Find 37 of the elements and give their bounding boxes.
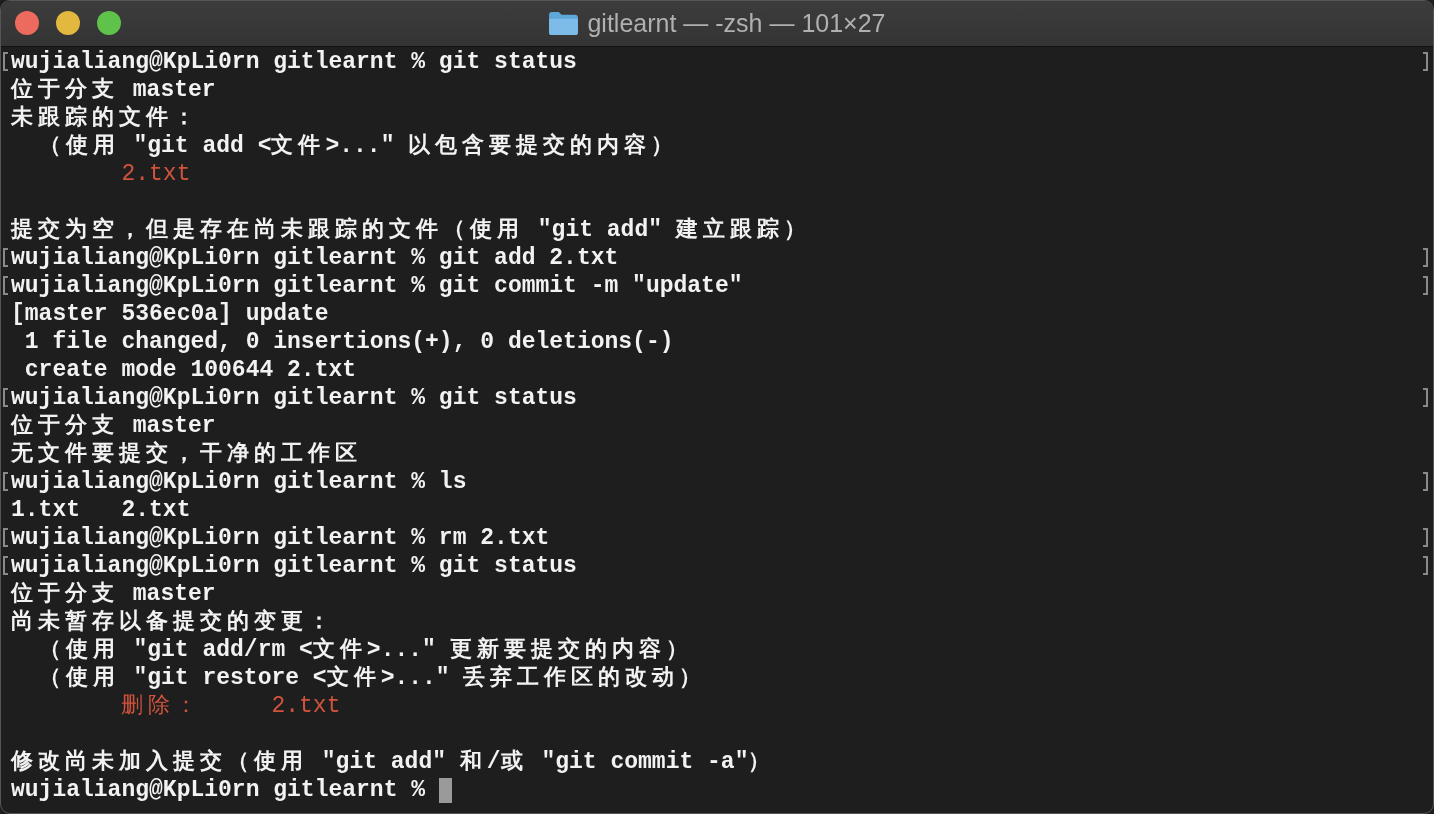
terminal-line: 尚未暂存以备提交的变更： <box>11 608 335 637</box>
terminal-line: （使用 "git add <文件>..." 以包含要提交的内容） <box>37 131 679 161</box>
shell-prompt: wujialiang@KpLi0rn gitlearnt % <box>11 776 426 804</box>
zoom-button[interactable] <box>97 11 121 35</box>
window-title: gitlearnt — -zsh — 101×27 <box>587 9 886 38</box>
terminal-line: 无文件要提交，干净的工作区 <box>11 440 362 469</box>
mark-bracket-icon <box>1423 52 1428 71</box>
terminal-line: 未跟踪的文件： <box>11 104 200 133</box>
terminal-line: create mode 100644 2.txt <box>23 356 357 384</box>
terminal-line: （使用 "git restore <文件>..." 丢弃工作区的改动） <box>37 663 707 693</box>
error-output-line: 删除： 2.txt <box>120 691 341 721</box>
close-button[interactable] <box>15 11 39 35</box>
terminal-line: （使用 "git add/rm <文件>..." 更新要提交的内容） <box>37 635 693 664</box>
mark-bracket-icon <box>1423 276 1428 295</box>
minimize-button[interactable] <box>56 11 80 35</box>
terminal-line: 位于分支 master <box>11 75 216 105</box>
terminal-line: wujialiang@KpLi0rn gitlearnt % git status <box>11 48 577 76</box>
terminal-line: 1.txt 2.txt <box>11 496 191 524</box>
mark-bracket-icon <box>1423 248 1428 267</box>
terminal-line: 位于分支 master <box>11 579 216 609</box>
error-output-line: 2.txt <box>120 160 191 188</box>
terminal-line: 1 file changed, 0 insertions(+), 0 deletions(-) <box>23 328 674 356</box>
mark-bracket-icon <box>1423 388 1428 407</box>
terminal-line: wujialiang@KpLi0rn gitlearnt % git add 2.txt <box>11 244 619 272</box>
terminal-line: wujialiang@KpLi0rn gitlearnt % git status <box>11 552 577 580</box>
folder-icon <box>548 11 580 36</box>
terminal-line: wujialiang@KpLi0rn gitlearnt % git commit -m "update" <box>11 272 743 300</box>
mark-bracket-icon <box>1423 472 1428 491</box>
terminal-line: 提交为空，但是存在尚未跟踪的文件（使用 "git add" 建立跟踪） <box>11 215 811 245</box>
terminal-line: wujialiang@KpLi0rn gitlearnt % ls <box>11 468 467 496</box>
terminal-line: wujialiang@KpLi0rn gitlearnt % rm 2.txt <box>11 524 550 552</box>
terminal-line: 位于分支 master <box>11 411 216 441</box>
mark-bracket-icon <box>1423 528 1428 547</box>
mark-bracket-icon <box>1423 556 1428 575</box>
terminal-line: 修改尚未加入提交（使用 "git add" 和/或 "git commit -a"） <box>11 747 776 777</box>
terminal-line: wujialiang@KpLi0rn gitlearnt % git status <box>11 384 577 412</box>
terminal-line: [master 536ec0a] update <box>11 300 329 328</box>
